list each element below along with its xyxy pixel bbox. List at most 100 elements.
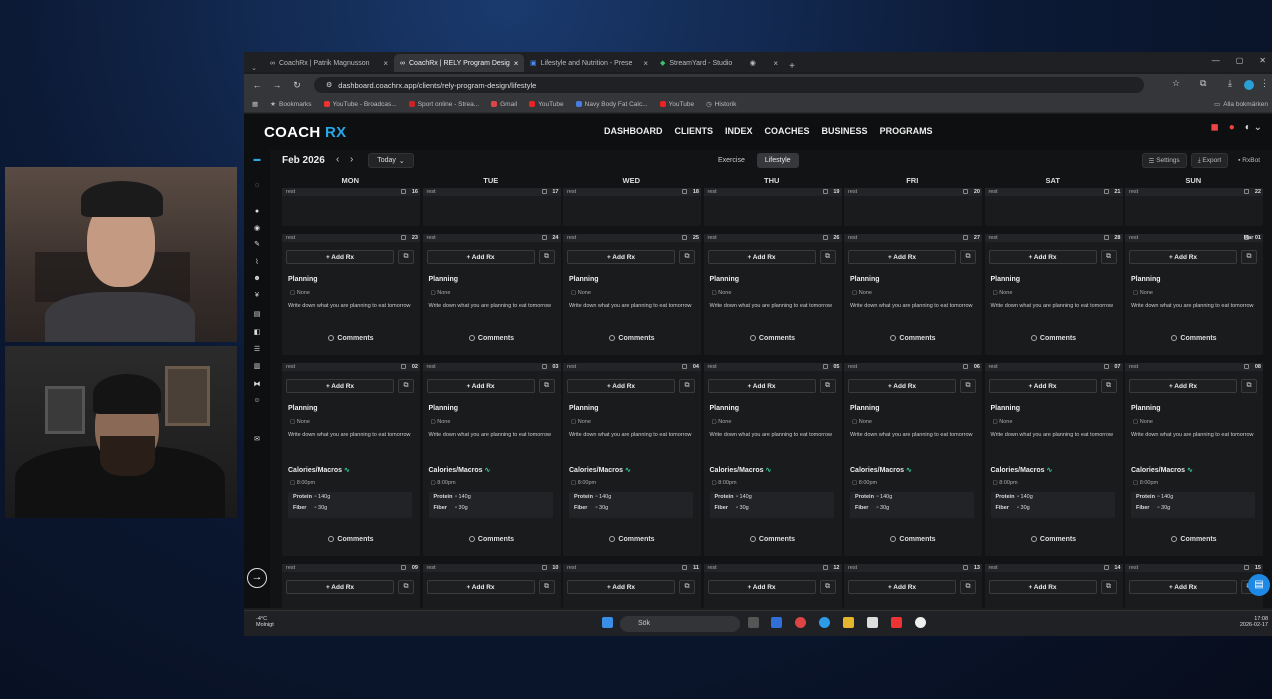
copy-icon[interactable]: ⧉: [398, 580, 414, 594]
copy-day-icon[interactable]: [963, 189, 968, 194]
bookmark-item[interactable]: YouTube - Broadcas...: [323, 101, 397, 108]
app-l-icon[interactable]: [891, 617, 902, 628]
coachrx-logo[interactable]: COACH RX: [264, 124, 346, 141]
macros-title[interactable]: Calories/Macros ∿: [1131, 466, 1193, 474]
add-rx-button[interactable]: + Add Rx: [707, 580, 816, 594]
sidebar-workout-icon[interactable]: ¥: [251, 292, 263, 299]
day-cell[interactable]: rest 06 + Add Rx ⧉ Planning ▢ None Write down …: [844, 363, 982, 556]
day-cell[interactable]: rest 12 + Add Rx ⧉: [703, 564, 842, 608]
day-cell[interactable]: rest 17: [422, 188, 561, 226]
system-clock[interactable]: 17:08 2026-02-17: [1240, 616, 1268, 628]
site-info-icon[interactable]: ⚙: [326, 81, 332, 89]
tab-exercise[interactable]: Exercise: [710, 153, 753, 168]
day-cell[interactable]: rest 19: [703, 188, 842, 226]
copy-icon[interactable]: ⧉: [398, 250, 414, 264]
day-cell[interactable]: rest 02 + Add Rx ⧉ Planning ▢ None Write down …: [282, 363, 420, 556]
copy-icon[interactable]: ⧉: [538, 250, 555, 264]
day-cell[interactable]: rest 21: [984, 188, 1123, 226]
macros-title[interactable]: Calories/Macros ∿: [850, 466, 912, 474]
copy-icon[interactable]: ⧉: [1241, 250, 1257, 264]
copy-day-icon[interactable]: [1244, 364, 1249, 369]
expand-sidebar-icon[interactable]: →: [247, 568, 267, 588]
bookmark-item[interactable]: Navy Body Fat Calc...: [575, 101, 648, 108]
add-rx-button[interactable]: + Add Rx: [707, 379, 816, 393]
copy-day-icon[interactable]: [541, 235, 547, 240]
sidebar-notes-icon[interactable]: ▤: [251, 310, 263, 318]
comments-button[interactable]: Comments: [282, 536, 420, 543]
copy-icon[interactable]: ⧉: [679, 379, 695, 393]
comments-button[interactable]: Comments: [844, 335, 982, 342]
copy-day-icon[interactable]: [963, 364, 968, 369]
export-button[interactable]: ⤓ Export: [1190, 153, 1229, 168]
bookmark-item[interactable]: ★ Bookmarks: [270, 100, 311, 109]
url-field[interactable]: ⚙ dashboard.coachrx.app/clients/rely-prog…: [314, 77, 1144, 93]
sidebar-doc-icon[interactable]: ◧: [251, 328, 263, 336]
copy-icon[interactable]: ⧉: [1100, 580, 1117, 594]
copy-day-icon[interactable]: [541, 189, 547, 194]
tab-search-icon[interactable]: ⌄: [244, 64, 264, 72]
add-rx-button[interactable]: + Add Rx: [707, 250, 816, 264]
planning-title[interactable]: Planning: [288, 276, 318, 283]
comments-button[interactable]: Comments: [1125, 536, 1263, 543]
add-rx-button[interactable]: + Add Rx: [988, 379, 1097, 393]
copy-day-icon[interactable]: [401, 235, 406, 240]
close-icon[interactable]: ×: [643, 59, 648, 68]
taskbar-search[interactable]: Sök: [620, 616, 740, 632]
add-rx-button[interactable]: + Add Rx: [567, 379, 675, 393]
sidebar-book-icon[interactable]: ▥: [251, 362, 263, 370]
copy-day-icon[interactable]: [822, 565, 828, 570]
widgets-icon[interactable]: [771, 617, 782, 628]
copy-icon[interactable]: ⧉: [1241, 379, 1257, 393]
sidebar-link-icon[interactable]: ⧓: [251, 380, 263, 388]
notifications-icon[interactable]: ◼: [1210, 122, 1218, 133]
add-rx-button[interactable]: + Add Rx: [286, 580, 394, 594]
apps-icon[interactable]: ▦: [252, 100, 258, 108]
copy-day-icon[interactable]: [963, 565, 968, 570]
comments-button[interactable]: Comments: [985, 536, 1123, 543]
day-cell[interactable]: rest 13 + Add Rx ⧉: [844, 564, 982, 608]
browser-tab-active[interactable]: ∞ CoachRx | RELY Program Desig ×: [394, 54, 524, 72]
next-month-icon[interactable]: ›: [350, 154, 353, 165]
add-rx-button[interactable]: + Add Rx: [848, 250, 956, 264]
copy-day-icon[interactable]: [1103, 189, 1109, 194]
add-rx-button[interactable]: + Add Rx: [988, 250, 1097, 264]
add-rx-button[interactable]: + Add Rx: [426, 379, 535, 393]
comments-button[interactable]: Comments: [423, 536, 561, 543]
browser-tab[interactable]: ▣ Lifestyle and Nutrition - Prese ×: [524, 54, 654, 72]
macros-title[interactable]: Calories/Macros ∿: [288, 466, 350, 474]
planning-title[interactable]: Planning: [850, 276, 880, 283]
comments-button[interactable]: Comments: [985, 335, 1123, 342]
add-rx-button[interactable]: + Add Rx: [286, 250, 394, 264]
copy-day-icon[interactable]: [682, 364, 687, 369]
close-icon[interactable]: ×: [514, 59, 519, 68]
today-dropdown[interactable]: Today ⌄: [368, 153, 414, 168]
day-cell[interactable]: rest 20: [844, 188, 982, 226]
extensions-icon[interactable]: ⧉: [1200, 78, 1206, 89]
comments-button[interactable]: Comments: [282, 335, 420, 342]
planning-title[interactable]: Planning: [710, 276, 740, 283]
user-avatar[interactable]: ◐ ⌄: [1245, 122, 1262, 133]
comments-button[interactable]: Comments: [704, 335, 842, 342]
sidebar-chart-icon[interactable]: ⌇: [251, 258, 263, 266]
windows-start-icon[interactable]: [602, 617, 613, 628]
planning-title[interactable]: Planning: [288, 405, 318, 412]
day-cell[interactable]: rest 07 + Add Rx ⧉ Planning ▢ None Write down …: [984, 363, 1123, 556]
comments-button[interactable]: Comments: [423, 335, 561, 342]
copy-icon[interactable]: ⧉: [960, 379, 976, 393]
comments-button[interactable]: Comments: [563, 536, 701, 543]
chrome-icon[interactable]: [795, 617, 806, 628]
day-cell[interactable]: rest 24 + Add Rx ⧉ Planning ▢ None Write down …: [422, 234, 561, 355]
browser-menu-icon[interactable]: ⋮: [1260, 78, 1269, 89]
copy-day-icon[interactable]: [822, 235, 828, 240]
comments-button[interactable]: Comments: [1125, 335, 1263, 342]
close-icon[interactable]: ×: [383, 59, 388, 68]
add-rx-button[interactable]: + Add Rx: [426, 580, 535, 594]
copy-icon[interactable]: ⧉: [538, 580, 555, 594]
day-cell[interactable]: rest 03 + Add Rx ⧉ Planning ▢ None Write down …: [422, 363, 561, 556]
close-icon[interactable]: ×: [773, 59, 778, 68]
messages-icon[interactable]: ●: [1229, 122, 1235, 133]
copy-icon[interactable]: ⧉: [960, 250, 976, 264]
copy-icon[interactable]: ⧉: [679, 580, 695, 594]
planning-title[interactable]: Planning: [429, 276, 459, 283]
copy-icon[interactable]: ⧉: [1100, 379, 1117, 393]
